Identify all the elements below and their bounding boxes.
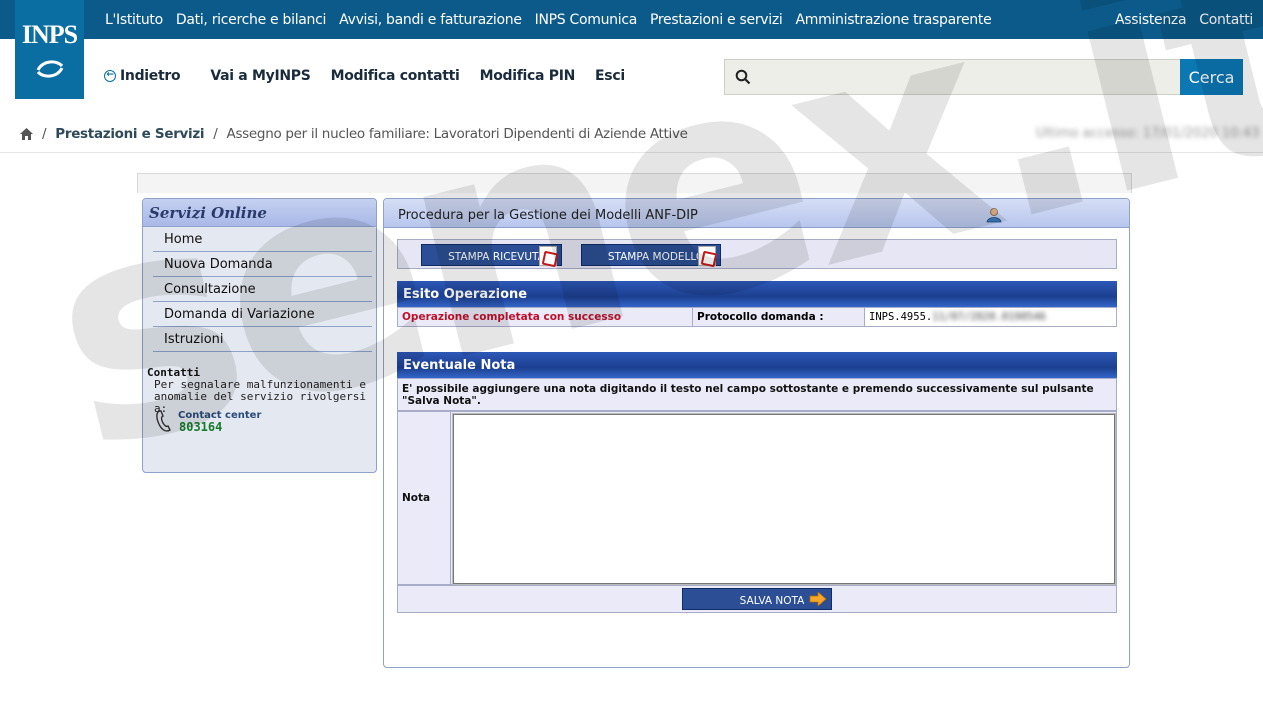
user-nav: ← Indietro Vai a MyINPS Modifica contatt… <box>104 62 645 90</box>
nota-heading: Eventuale Nota <box>397 352 1117 378</box>
stampa-ricevuta-button[interactable]: STAMPA RICEVUTA <box>421 244 562 266</box>
home-icon[interactable] <box>20 128 33 140</box>
protocollo-redacted: 11/07/2020.0190546 <box>932 311 1047 323</box>
esci-link[interactable]: Esci <box>595 68 625 84</box>
back-arrow-icon: ← <box>104 70 116 82</box>
breadcrumb-separator: / <box>213 126 218 142</box>
esito-heading: Esito Operazione <box>397 281 1117 307</box>
last-access-blurred: Ultimo accesso: 17/01/2020 10:43 <box>1036 126 1260 141</box>
topnav-amministrazione[interactable]: Amministrazione trasparente <box>796 12 992 28</box>
back-label: Indietro <box>120 68 181 84</box>
nota-description: E' possibile aggiungere una nota digitan… <box>397 378 1117 411</box>
breadcrumb-current: Assegno per il nucleo familiare: Lavorat… <box>226 126 688 142</box>
phone-icon <box>156 410 171 432</box>
breadcrumb: / Prestazioni e Servizi / Assegno per il… <box>20 126 688 142</box>
esito-status: Operazione completata con successo <box>398 308 693 326</box>
topnav-comunica[interactable]: INPS Comunica <box>535 12 638 28</box>
sidebar-item-nuova-domanda[interactable]: Nuova Domanda <box>153 252 372 277</box>
back-link[interactable]: ← Indietro <box>104 68 181 84</box>
protocollo-label: Protocollo domanda : <box>693 308 865 326</box>
pdf-icon <box>698 246 716 266</box>
topnav-avvisi[interactable]: Avvisi, bandi e fatturazione <box>339 12 522 28</box>
user-icon[interactable] <box>986 207 1002 223</box>
sidebar-title: Servizi Online <box>143 199 376 227</box>
modifica-contatti-link[interactable]: Modifica contatti <box>331 68 460 84</box>
top-nav: L'Istituto Dati, ricerche e bilanci Avvi… <box>105 0 992 39</box>
top-right-nav: Assistenza Contatti <box>1115 0 1253 39</box>
topnav-prestazioni[interactable]: Prestazioni e servizi <box>650 12 783 28</box>
stampa-ricevuta-label: STAMPA RICEVUTA <box>448 251 545 263</box>
breadcrumb-prestazioni[interactable]: Prestazioni e Servizi <box>55 126 204 142</box>
search-icon <box>735 69 751 85</box>
sidebar: Servizi Online Home Nuova Domanda Consul… <box>142 198 377 473</box>
salva-nota-button[interactable]: SALVA NOTA <box>682 588 832 610</box>
pdf-icon <box>539 246 557 266</box>
esito-row: Operazione completata con successo Proto… <box>397 307 1117 327</box>
save-row: SALVA NOTA <box>397 585 1117 613</box>
topnav-assistenza[interactable]: Assistenza <box>1115 12 1187 28</box>
modifica-pin-link[interactable]: Modifica PIN <box>480 68 576 84</box>
logo-text: INPS <box>21 20 78 49</box>
header-divider <box>0 152 1263 153</box>
logo-emblem-icon <box>36 60 64 78</box>
stampa-modello-label: STAMPA MODELLO <box>607 251 705 263</box>
sidebar-menu: Home Nuova Domanda Consultazione Domanda… <box>147 227 372 352</box>
topnav-dati[interactable]: Dati, ricerche e bilanci <box>176 12 327 28</box>
nota-divider <box>450 412 451 586</box>
stampa-modello-button[interactable]: STAMPA MODELLO <box>581 244 721 266</box>
search-button[interactable]: Cerca <box>1180 59 1243 95</box>
print-toolbar: STAMPA RICEVUTA STAMPA MODELLO <box>397 239 1117 269</box>
contact-center-number: 803164 <box>179 420 223 434</box>
sidebar-item-consultazione[interactable]: Consultazione <box>153 277 372 302</box>
search-input[interactable] <box>759 62 1169 92</box>
breadcrumb-separator: / <box>42 126 47 142</box>
topnav-contatti[interactable]: Contatti <box>1199 12 1253 28</box>
nota-textarea[interactable] <box>452 413 1116 585</box>
myinps-link[interactable]: Vai a MyINPS <box>210 68 311 84</box>
sidebar-item-home[interactable]: Home <box>153 227 372 252</box>
inps-logo[interactable]: INPS <box>15 0 84 99</box>
salva-nota-label: SALVA NOTA <box>739 595 805 607</box>
main-title: Procedura per la Gestione dei Modelli AN… <box>384 199 1129 228</box>
sidebar-item-variazione[interactable]: Domanda di Variazione <box>153 302 372 327</box>
sidebar-item-istruzioni[interactable]: Istruzioni <box>153 327 372 352</box>
search-box <box>724 59 1181 95</box>
nota-label: Nota <box>402 492 431 504</box>
nota-row: Nota <box>397 411 1117 586</box>
top-bar: L'Istituto Dati, ricerche e bilanci Avvi… <box>0 0 1263 39</box>
topnav-istituto[interactable]: L'Istituto <box>105 12 163 28</box>
arrow-right-icon <box>809 592 827 606</box>
main-panel: Procedura per la Gestione dei Modelli AN… <box>383 198 1130 668</box>
protocollo-number: INPS.4955. <box>869 311 933 323</box>
protocollo-value: INPS.4955.11/07/2020.0190546 <box>865 308 1116 326</box>
